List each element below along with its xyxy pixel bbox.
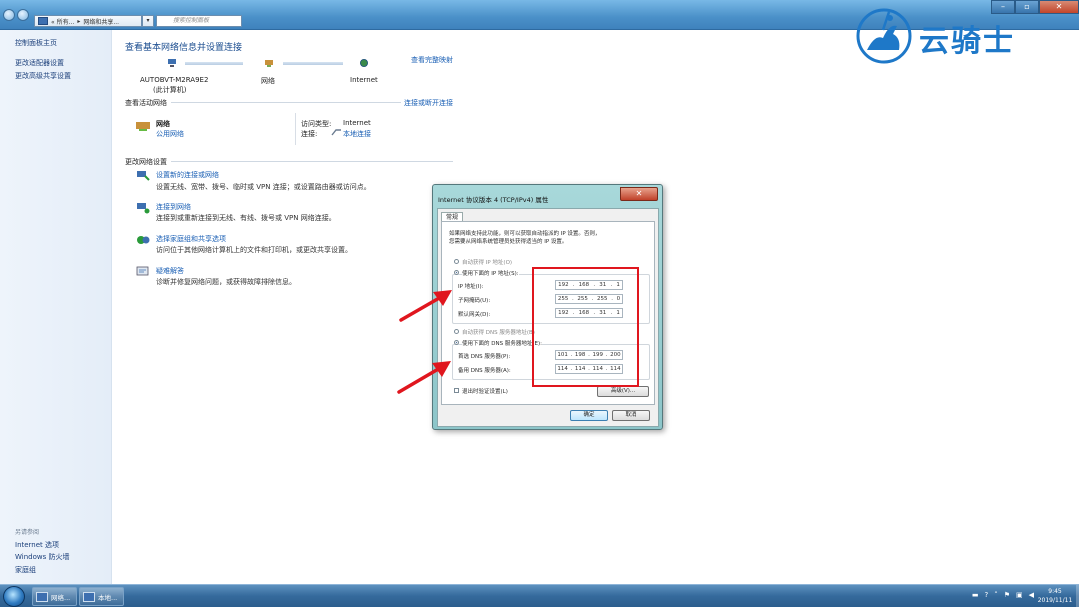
address-dropdown-button[interactable]: ▾	[142, 15, 154, 27]
access-type-value: Internet	[343, 119, 371, 127]
see-also-firewall[interactable]: Windows 防火墙	[15, 552, 69, 562]
sidebar-item-change-adapter[interactable]: 更改适配器设置	[15, 58, 64, 68]
task-setup-new-connection-desc: 设置无线、宽带、拨号、临时或 VPN 连接；或设置路由器或访问点。	[156, 183, 371, 191]
task-setup-new-connection[interactable]: 设置新的连接或网络	[156, 170, 219, 180]
manual-dns-label: 使用下面的 DNS 服务器地址(E):	[462, 339, 542, 347]
forward-button[interactable]	[17, 9, 29, 21]
clock-date: 2019/11/11	[1037, 597, 1073, 604]
local-connection-link[interactable]: 本地连接	[343, 129, 371, 139]
auto-dns-label: 自动获得 DNS 服务器地址(B)	[462, 330, 535, 336]
see-also-internet-options[interactable]: Internet 选项	[15, 540, 59, 550]
advanced-button[interactable]: 高级(V)...	[597, 386, 649, 397]
annotation-highlight-box	[532, 267, 639, 387]
breadcrumb-network-sharing[interactable]: 网络和共享...	[83, 17, 119, 26]
help-icon[interactable]: ?	[984, 591, 988, 599]
active-network-name: 网络	[156, 120, 170, 128]
section-rule	[171, 102, 401, 103]
map-computer-sub: (此计算机)	[153, 86, 187, 94]
task-troubleshoot-desc: 诊断并修复网络问题，或获得故障排除信息。	[156, 278, 296, 286]
back-button[interactable]	[3, 9, 15, 21]
ethernet-icon	[331, 129, 341, 136]
search-placeholder: 搜索控制面板	[173, 17, 210, 24]
map-computer-label: AUTOBVT-M2RA9E2	[140, 76, 209, 84]
clock-time: 9:45	[1048, 588, 1062, 595]
active-networks-label: 查看活动网络	[125, 99, 167, 107]
computer-icon	[168, 59, 176, 67]
taskbar-item-label: 网络...	[51, 593, 71, 602]
new-connection-icon	[137, 171, 150, 181]
map-link-1	[185, 62, 243, 65]
active-network-type-link[interactable]: 公用网络	[156, 129, 184, 139]
manual-ip-label: 使用下面的 IP 地址(S):	[462, 269, 519, 277]
map-link-2	[283, 62, 343, 65]
radio-auto-ip[interactable]	[454, 259, 459, 264]
view-full-map-link[interactable]: 查看完整映射	[411, 55, 453, 65]
network-connection-icon	[83, 591, 95, 602]
globe-icon	[360, 59, 368, 67]
start-button[interactable]	[3, 586, 25, 607]
sidebar-item-control-panel-home[interactable]: 控制面板主页	[15, 38, 57, 48]
access-type-label: 访问类型:	[301, 120, 332, 128]
ok-button[interactable]: 确定	[570, 410, 608, 421]
network-tray-icon[interactable]: ▣	[1016, 591, 1023, 599]
connection-label: 连接:	[301, 130, 318, 138]
breadcrumb-separator: ▸	[77, 17, 81, 25]
control-panel-icon	[36, 591, 48, 602]
section-rule	[171, 161, 453, 162]
auto-ip-label: 自动获得 IP 地址(O)	[462, 260, 513, 266]
watermark-logo: 云骑士	[853, 4, 1079, 64]
left-nav-panel: 控制面板主页 更改适配器设置 更改高级共享设置 另请参阅 Internet 选项…	[0, 30, 112, 584]
volume-icon[interactable]: ◀	[1029, 591, 1034, 599]
connect-network-icon	[137, 203, 150, 214]
alternate-dns-label: 备用 DNS 服务器(A):	[458, 368, 511, 374]
cancel-button[interactable]: 取消	[612, 410, 650, 421]
tray-expand-icon[interactable]: ˄	[994, 591, 998, 599]
task-homegroup-sharing-desc: 访问位于其他网络计算机上的文件和打印机，或更改共享设置。	[156, 246, 352, 254]
dialog-close-button[interactable]: ✕	[620, 187, 658, 201]
annotation-arrows	[397, 290, 452, 394]
vertical-divider	[295, 113, 296, 145]
task-troubleshoot[interactable]: 疑难解答	[156, 266, 184, 276]
system-tray: ▬ ? ˄ ⚑ ▣ ◀	[972, 591, 1034, 599]
see-also-homegroup[interactable]: 家庭组	[15, 565, 36, 575]
taskbar-item-local[interactable]: 本地...	[79, 587, 124, 606]
troubleshoot-icon	[136, 266, 149, 276]
taskbar: 网络... 本地... ▬ ? ˄ ⚑ ▣ ◀ 9:45 2019/11/11	[0, 584, 1079, 607]
taskbar-item-label: 本地...	[98, 593, 118, 602]
address-bar[interactable]: « 所有... ▸ 网络和共享...	[34, 15, 142, 27]
dialog-title: Internet 协议版本 4 (TCP/IPv4) 属性	[438, 196, 549, 204]
control-panel-icon	[38, 17, 48, 25]
map-network-label: 网络	[261, 77, 275, 85]
connect-disconnect-link[interactable]: 连接或断开连接	[404, 98, 453, 108]
task-connect-to-network[interactable]: 连接到网络	[156, 202, 191, 212]
task-connect-to-network-desc: 连接到或重新连接到无线、有线、拨号或 VPN 网络连接。	[156, 214, 336, 222]
change-settings-label: 更改网络设置	[125, 158, 167, 166]
see-also-label: 另请参阅	[15, 529, 40, 536]
preferred-dns-label: 首选 DNS 服务器(P):	[458, 354, 511, 360]
breadcrumb-all[interactable]: « 所有...	[51, 17, 74, 26]
dialog-description-line1: 如果网络支持此功能，则可以获取自动指派的 IP 设置。否则，	[449, 231, 601, 237]
input-method-icon[interactable]: ▬	[972, 591, 979, 599]
map-internet-label: Internet	[350, 76, 378, 84]
public-network-icon	[136, 122, 150, 131]
sidebar-item-advanced-sharing[interactable]: 更改高级共享设置	[15, 71, 71, 81]
network-icon	[265, 60, 273, 67]
taskbar-clock[interactable]: 9:45 2019/11/11	[1035, 587, 1075, 605]
homegroup-icon	[137, 236, 150, 244]
watermark-text: 云骑士	[919, 24, 1015, 59]
search-input[interactable]: 搜索控制面板	[156, 15, 242, 27]
knight-logo-icon	[856, 8, 912, 64]
dialog-description-line2: 您需要从网络系统管理员处获得适当的 IP 设置。	[449, 239, 568, 245]
task-homegroup-sharing[interactable]: 选择家庭组和共享选项	[156, 234, 226, 244]
validate-on-exit-label: 退出时验证设置(L)	[462, 389, 508, 395]
taskbar-item-network[interactable]: 网络...	[32, 587, 77, 606]
action-center-icon[interactable]: ⚑	[1004, 591, 1010, 599]
page-title: 查看基本网络信息并设置连接	[125, 43, 243, 53]
